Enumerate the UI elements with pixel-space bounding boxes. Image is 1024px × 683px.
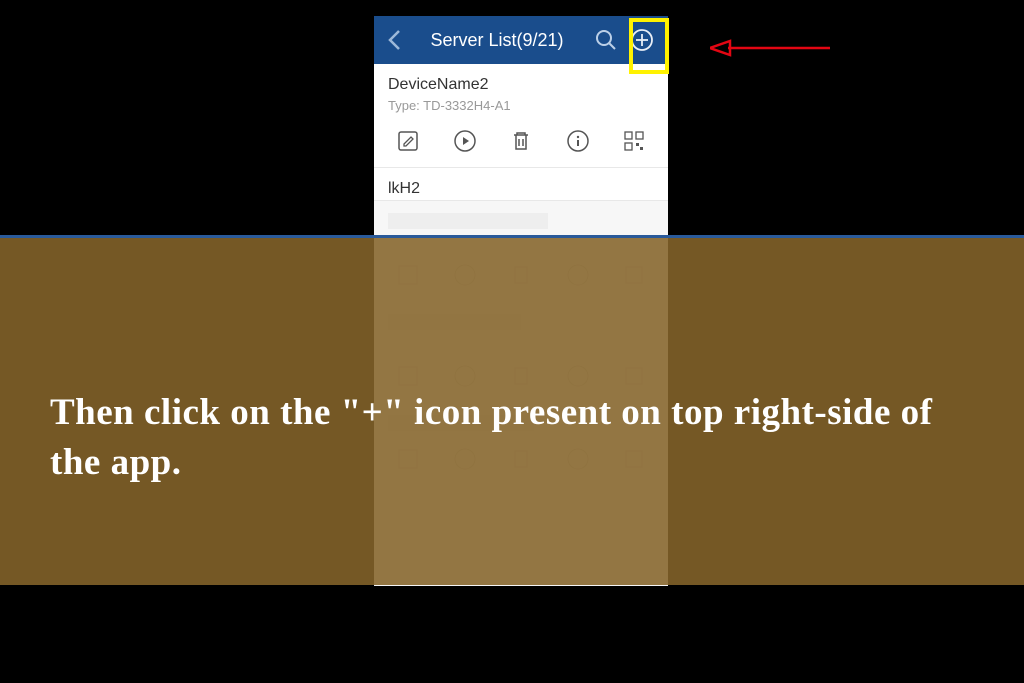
search-button[interactable] xyxy=(588,16,624,64)
qr-button[interactable] xyxy=(618,125,650,157)
page-title: Server List(9/21) xyxy=(406,30,588,51)
play-icon xyxy=(453,129,477,153)
edit-button[interactable] xyxy=(392,125,424,157)
device-actions xyxy=(388,125,654,157)
device-type: Type: TD-3332H4-A1 xyxy=(388,98,654,113)
arrow-annotation xyxy=(710,36,830,60)
instruction-overlay: Then click on the "+" icon present on to… xyxy=(0,235,1024,585)
info-button[interactable] xyxy=(562,125,594,157)
device-name: DeviceName2 xyxy=(388,76,654,94)
instruction-text: Then click on the "+" icon present on to… xyxy=(50,388,974,488)
qr-icon xyxy=(622,129,646,153)
trash-icon xyxy=(509,129,533,153)
delete-button[interactable] xyxy=(505,125,537,157)
back-button[interactable] xyxy=(382,16,406,64)
play-button[interactable] xyxy=(449,125,481,157)
app-header: Server List(9/21) xyxy=(374,16,668,64)
edit-icon xyxy=(396,129,420,153)
device-name: lkH2 xyxy=(388,180,654,198)
plus-circle-icon xyxy=(630,28,654,52)
device-card[interactable]: DeviceName2 Type: TD-3332H4-A1 xyxy=(374,64,668,168)
device-card[interactable]: lkH2 xyxy=(374,168,668,201)
search-icon xyxy=(595,29,617,51)
info-icon xyxy=(566,129,590,153)
chevron-left-icon xyxy=(387,29,401,51)
add-button[interactable] xyxy=(624,16,660,64)
